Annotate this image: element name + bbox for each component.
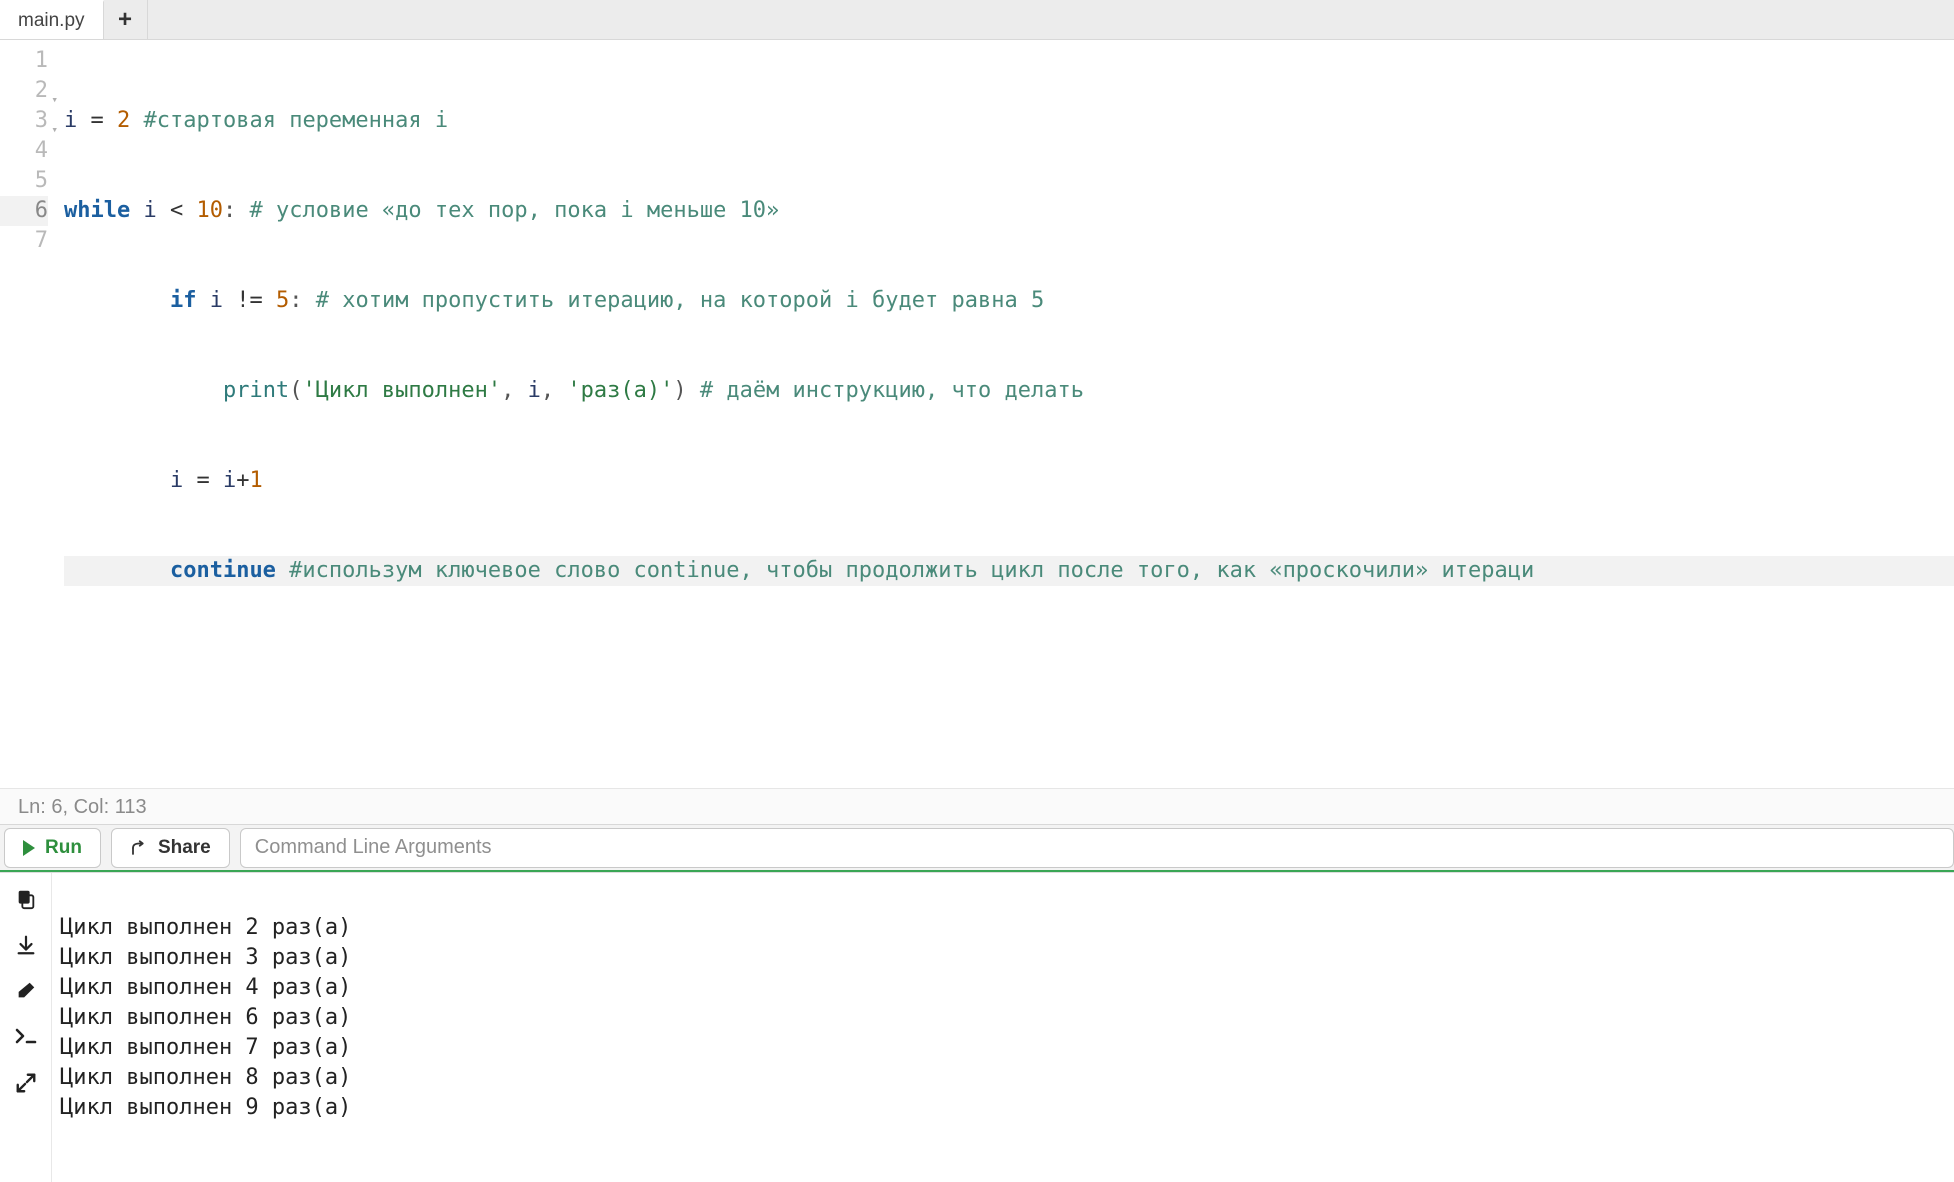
output-line: Цикл выполнен 2 раз(а) [60, 915, 351, 940]
action-bar: Run Share [0, 824, 1954, 872]
output-line: Цикл выполнен 3 раз(а) [60, 945, 351, 970]
cli-args-input[interactable] [240, 828, 1954, 868]
output-panel: Цикл выполнен 2 раз(а) Цикл выполнен 3 р… [0, 872, 1954, 1182]
terminal-icon[interactable] [14, 1025, 38, 1049]
app-root: main.py + 1 2 3 4 5 6 7 i = 2 #стартовая… [0, 0, 1954, 1182]
code-line: continue #использум ключевое слово conti… [64, 556, 1954, 586]
line-number-gutter: 1 2 3 4 5 6 7 [0, 40, 58, 788]
output-line: Цикл выполнен 8 раз(а) [60, 1065, 351, 1090]
line-number: 7 [0, 226, 48, 256]
output-line: Цикл выполнен 9 раз(а) [60, 1095, 351, 1120]
share-label: Share [158, 837, 211, 859]
run-button[interactable]: Run [4, 828, 101, 868]
tab-label: main.py [18, 10, 85, 32]
line-number: 6 [0, 196, 48, 226]
tab-main-py[interactable]: main.py [0, 0, 104, 39]
code-editor[interactable]: 1 2 3 4 5 6 7 i = 2 #стартовая переменна… [0, 40, 1954, 788]
code-line: while i < 10: # условие «до тех пор, пок… [64, 196, 1954, 226]
code-line [64, 646, 1954, 676]
code-area[interactable]: i = 2 #стартовая переменная i while i < … [58, 40, 1954, 788]
cursor-status: Ln: 6, Col: 113 [0, 788, 1954, 824]
run-label: Run [45, 837, 82, 859]
share-button[interactable]: Share [111, 828, 230, 868]
copy-icon[interactable] [14, 887, 38, 911]
output-line: Цикл выполнен 4 раз(а) [60, 975, 351, 1000]
download-icon[interactable] [14, 933, 38, 957]
line-number: 1 [0, 46, 48, 76]
code-line: if i != 5: # хотим пропустить итерацию, … [64, 286, 1954, 316]
line-number: 4 [0, 136, 48, 166]
eraser-icon[interactable] [14, 979, 38, 1003]
code-line: print('Цикл выполнен', i, 'раз(а)') # да… [64, 376, 1954, 406]
output-sidebar [0, 873, 52, 1182]
play-icon [23, 840, 35, 856]
output-line: Цикл выполнен 6 раз(а) [60, 1005, 351, 1030]
share-icon [130, 839, 148, 857]
status-text: Ln: 6, Col: 113 [18, 796, 147, 818]
plus-icon: + [118, 6, 132, 34]
line-number: 2 [0, 76, 48, 106]
code-line: i = i+1 [64, 466, 1954, 496]
add-tab-button[interactable]: + [104, 0, 148, 39]
line-number: 3 [0, 106, 48, 136]
line-number: 5 [0, 166, 48, 196]
code-line: i = 2 #стартовая переменная i [64, 106, 1954, 136]
output-content[interactable]: Цикл выполнен 2 раз(а) Цикл выполнен 3 р… [52, 873, 1954, 1182]
expand-icon[interactable] [14, 1071, 38, 1095]
tabs-bar: main.py + [0, 0, 1954, 40]
output-line: Цикл выполнен 7 раз(а) [60, 1035, 351, 1060]
